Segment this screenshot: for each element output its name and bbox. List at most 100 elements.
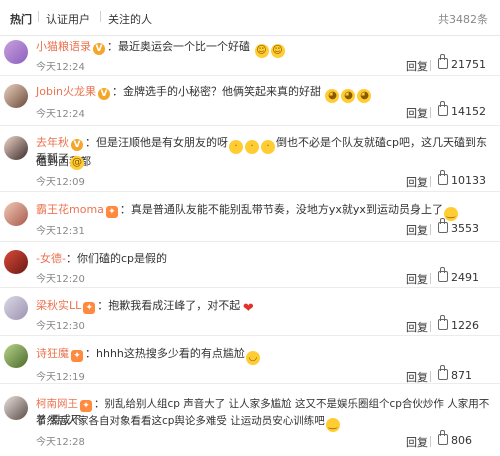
reply-button[interactable]: 回复 [406, 271, 428, 287]
comment-time: 今天12:19 [36, 372, 85, 383]
reply-button[interactable]: 回复 [406, 58, 428, 74]
comment-time: 今天12:24 [36, 62, 85, 73]
like-count: 806 [451, 434, 472, 447]
thumbs-up-icon [438, 267, 448, 282]
comment-body: 霸王花moma ✦ ：真是普通队友能不能别乱带节奏，没地方yx就yx到运动员身上了 ‿ [36, 202, 490, 221]
tab-hot[interactable]: 热门 [10, 11, 32, 27]
comment-text: ：金牌选手的小秘密？他俩笑起来真的好甜 [111, 85, 321, 98]
awkward-emoji-icon: ◡ [245, 351, 260, 365]
vip-badge-icon: V [97, 88, 110, 100]
reply-button[interactable]: 回复 [406, 222, 428, 238]
divider [430, 107, 431, 118]
like-button[interactable]: 21751 [438, 54, 486, 71]
comment-text: ：你们磕的cp是假的 [65, 252, 167, 265]
username[interactable]: 小猫粮语录 [36, 40, 91, 53]
comment-text-cont: 看瓢了 [36, 152, 69, 165]
reply-button[interactable]: 回复 [406, 434, 428, 450]
username[interactable]: 柯南网王 [36, 398, 78, 410]
tab-following[interactable]: 关注的人 [108, 11, 152, 27]
fan-badge-icon: ✦ [105, 206, 118, 218]
smile-emoji-icon: ☺ [254, 44, 269, 58]
comment-item: -女德-：你们磕的cp是假的 今天12:20 回复 2491 [0, 242, 500, 288]
username[interactable]: 去年秋 [36, 136, 69, 149]
comment-item: 去年秋 V ：但是汪顺他是有女朋友的呀 · · · 倒也不必是个队友就磕cp吧，这几天磕到东… [0, 126, 500, 192]
divider [430, 60, 431, 71]
fan-badge-icon: ✦ [71, 350, 83, 362]
avatar[interactable] [4, 250, 28, 274]
comment-text: ：抱歉我看成汪峰了，对不起 [97, 299, 241, 312]
like-count: 3553 [451, 222, 479, 235]
like-button[interactable]: 10133 [438, 170, 486, 187]
reply-button[interactable]: 回复 [406, 174, 428, 190]
username[interactable]: Jobin火龙果 [36, 85, 96, 98]
comment-text: ：hhhh这热搜多少看的有点尴尬 [85, 347, 245, 360]
like-count: 871 [451, 369, 472, 382]
comment-time: 今天12:24 [36, 109, 85, 120]
smile-emoji-icon: ☺ [270, 44, 285, 58]
comment-body: 梁秋实LL ✦ ：抱歉我看成汪峰了，对不起 ❤ [36, 298, 490, 316]
comment-body-line2: 了然后人家各自对象看看这cp舆论多难受 让运动员安心训练吧 ‿ [36, 413, 490, 432]
thumbs-up-icon [438, 315, 448, 330]
divider [430, 371, 431, 382]
divider [430, 436, 431, 447]
comment-item: 诗狂魔 ✦ ：hhhh这热搜多少看的有点尴尬 ◡ 今天12:19 回复 871 [0, 336, 500, 384]
comment-count: 共3482条 [438, 13, 488, 26]
like-button[interactable]: 3553 [438, 218, 479, 235]
comment-time: 今天12:09 [36, 177, 85, 188]
avatar[interactable] [4, 136, 28, 160]
comment-item: 霸王花moma ✦ ：真是普通队友能不能别乱带节奏，没地方yx就yx到运动员身上了 ‿… [0, 192, 500, 242]
comment-tabs: 热门 认证用户 关注的人 共3482条 [0, 0, 500, 36]
avatar[interactable] [4, 202, 28, 226]
like-button[interactable]: 14152 [438, 101, 486, 118]
divider [430, 224, 431, 235]
like-button[interactable]: 806 [438, 430, 472, 447]
reply-button[interactable]: 回复 [406, 369, 428, 385]
avatar[interactable] [4, 344, 28, 368]
tab-divider [100, 11, 101, 22]
fan-badge-icon: ✦ [80, 400, 92, 412]
tab-verified-users[interactable]: 认证用户 [46, 11, 90, 27]
like-count: 14152 [451, 105, 486, 118]
reply-button[interactable]: 回复 [406, 319, 428, 335]
like-count: 2491 [451, 271, 479, 284]
vip-badge-icon: V [71, 139, 83, 151]
thumbs-up-icon [438, 170, 448, 185]
avatar[interactable] [4, 296, 28, 320]
avatar[interactable] [4, 84, 28, 108]
comment-time: 今天12:31 [36, 226, 85, 237]
comment-item: 梁秋实LL ✦ ：抱歉我看成汪峰了，对不起 ❤ 今天12:30 回复 1226 [0, 288, 500, 336]
like-button[interactable]: 871 [438, 365, 472, 382]
thumbs-up-icon [438, 54, 448, 69]
smirk-emoji-icon: ‿ [325, 418, 340, 432]
blush-emoji-icon: ◕ [325, 89, 340, 103]
username[interactable]: -女德- [36, 252, 66, 265]
divider [430, 321, 431, 332]
smirk-emoji-icon: ‿ [443, 207, 458, 221]
avatar[interactable] [4, 396, 28, 420]
comment-item: 柯南网王 ✦ ：别乱给别人组cp 声音大了 让人家多尴尬 这又不是娱乐圈组个cp合伙… [0, 384, 500, 456]
fan-badge-icon: ✦ [83, 302, 96, 314]
thumbs-up-icon [438, 430, 448, 445]
comment-time: 今天12:20 [36, 274, 85, 285]
reply-button[interactable]: 回复 [406, 105, 428, 121]
comment-item: 小猫粮语录 V ：最近奥运会一个比一个好磕 ☺ ☺ 今天12:24 回复 21751 [0, 36, 500, 76]
comment-body-line2: 看瓢了 @ [36, 151, 490, 170]
avatar[interactable] [4, 40, 28, 64]
like-button[interactable]: 2491 [438, 267, 479, 284]
dizzy-emoji-icon: @ [70, 156, 84, 170]
username[interactable]: 梁秋实LL [36, 299, 81, 312]
like-button[interactable]: 1226 [438, 315, 479, 332]
like-count: 10133 [451, 174, 486, 187]
comment-body: Jobin火龙果 V ：金牌选手的小秘密？他俩笑起来真的好甜 ◕ ◕ ◕ [36, 84, 490, 103]
thumbs-up-icon [438, 101, 448, 116]
comment-body: -女德-：你们磕的cp是假的 [36, 251, 490, 267]
tab-divider [38, 11, 39, 22]
comment-text-cont: 了然后人家各自对象看看这cp舆论多难受 让运动员安心训练吧 [36, 415, 325, 427]
blush-emoji-icon: ◕ [341, 89, 356, 103]
thumbs-up-icon [438, 365, 448, 380]
comment-text: ：最近奥运会一个比一个好磕 [107, 40, 250, 53]
comment-text: ：真是普通队友能不能别乱带节奏，没地方yx就yx到运动员身上了 [119, 203, 443, 216]
comment-body: 诗狂魔 ✦ ：hhhh这热搜多少看的有点尴尬 ◡ [36, 346, 490, 365]
username[interactable]: 霸王花moma [36, 203, 104, 216]
username[interactable]: 诗狂魔 [36, 347, 69, 360]
